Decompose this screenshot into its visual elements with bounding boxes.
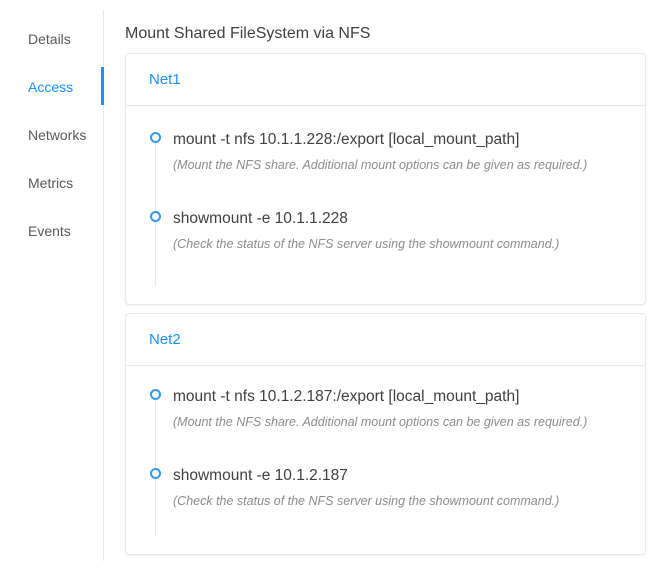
- sidebar-tabs: Details Access Networks Metrics Events: [0, 15, 103, 255]
- timeline-step: showmount -e 10.1.1.228 (Check the statu…: [126, 210, 645, 289]
- timeline-step: mount -t nfs 10.1.1.228:/export [local_m…: [126, 131, 645, 210]
- sidebar-item-networks[interactable]: Networks: [0, 111, 103, 159]
- timeline-step: showmount -e 10.1.2.187 (Check the statu…: [126, 467, 645, 546]
- mount-command: mount -t nfs 10.1.1.228:/export [local_m…: [173, 131, 645, 149]
- network-card-net1: Net1 mount -t nfs 10.1.1.228:/export [lo…: [125, 53, 646, 305]
- showmount-command: showmount -e 10.1.1.228: [173, 210, 645, 228]
- network-card-net2: Net2 mount -t nfs 10.1.2.187:/export [lo…: [125, 313, 646, 555]
- timeline-dot-icon: [150, 132, 161, 143]
- sidebar-item-events[interactable]: Events: [0, 207, 103, 255]
- sidebar-item-access[interactable]: Access: [0, 63, 103, 111]
- sidebar-item-details[interactable]: Details: [0, 15, 103, 63]
- command-note: (Mount the NFS share. Additional mount o…: [173, 158, 645, 173]
- command-note: (Check the status of the NFS server usin…: [173, 494, 645, 509]
- command-note: (Mount the NFS share. Additional mount o…: [173, 415, 645, 430]
- command-note: (Check the status of the NFS server usin…: [173, 237, 645, 252]
- timeline-dot-icon: [150, 468, 161, 479]
- timeline-step: mount -t nfs 10.1.2.187:/export [local_m…: [126, 388, 645, 467]
- card-body: mount -t nfs 10.1.1.228:/export [local_m…: [126, 106, 645, 304]
- card-title-net2: Net2: [126, 314, 645, 366]
- timeline-dot-icon: [150, 211, 161, 222]
- sidebar-item-metrics[interactable]: Metrics: [0, 159, 103, 207]
- card-body: mount -t nfs 10.1.2.187:/export [local_m…: [126, 366, 645, 554]
- timeline-dot-icon: [150, 389, 161, 400]
- active-tab-indicator: [101, 67, 104, 105]
- card-title-net1: Net1: [126, 54, 645, 106]
- page-title: Mount Shared FileSystem via NFS: [125, 24, 646, 44]
- showmount-command: showmount -e 10.1.2.187: [173, 467, 645, 485]
- mount-command: mount -t nfs 10.1.2.187:/export [local_m…: [173, 388, 645, 406]
- main-content: Mount Shared FileSystem via NFS Net1 mou…: [125, 24, 646, 563]
